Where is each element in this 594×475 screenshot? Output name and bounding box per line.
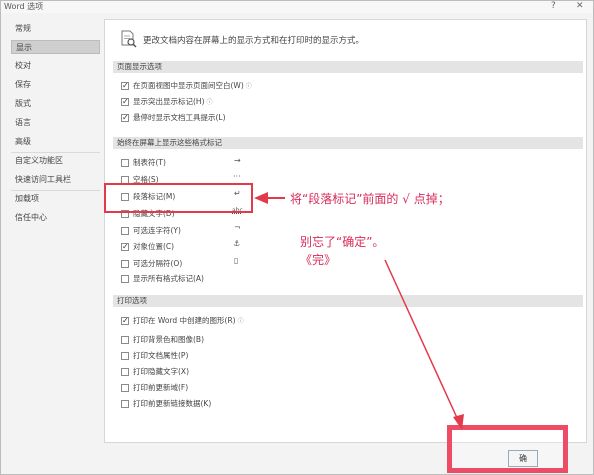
annotation-arrows xyxy=(254,192,464,430)
arrow-head-ok xyxy=(453,414,464,430)
arrow-line-ok xyxy=(384,259,459,421)
annotation-instruction: 将“段落标记”前面的 √ 点掉； xyxy=(290,192,450,206)
annotation-reminder: 别忘了“确定”。 xyxy=(300,235,385,249)
arrow-head-left xyxy=(254,192,268,204)
annotation-end: 《完》 xyxy=(300,253,337,267)
